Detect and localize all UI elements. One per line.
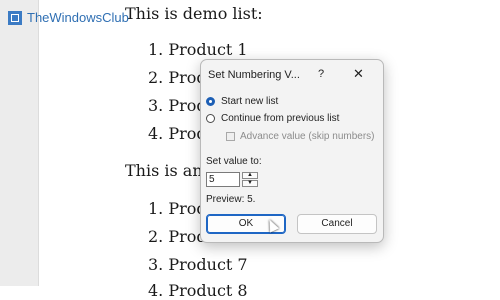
watermark: TheWindowsClub — [8, 10, 129, 25]
set-value-input[interactable]: 5 — [206, 172, 240, 187]
windows-club-logo-icon — [8, 10, 22, 25]
set-numbering-value-dialog: Set Numbering V... ? ✕ Start new list Co… — [200, 59, 384, 243]
advance-value-checkbox[interactable] — [226, 132, 235, 141]
help-button[interactable]: ? — [318, 68, 324, 80]
list-item: 4. Prod — [148, 124, 207, 143]
list-item: 2. Prod — [148, 68, 207, 87]
continue-list-radio[interactable] — [206, 114, 215, 123]
left-margin — [0, 0, 39, 286]
advance-value-label: Advance value (skip numbers) — [240, 131, 375, 142]
list-item: 4. Product 8 — [148, 281, 248, 300]
list-item: 3. Prod — [148, 96, 207, 115]
watermark-text: TheWindowsClub — [27, 10, 129, 25]
start-new-list-label[interactable]: Start new list — [221, 96, 278, 107]
cancel-button[interactable]: Cancel — [297, 214, 377, 234]
list-item: 1. Product 1 — [148, 40, 248, 59]
list-item: 1. Prod — [148, 199, 207, 218]
continue-list-label[interactable]: Continue from previous list — [221, 113, 339, 124]
spin-up-button[interactable]: ▲ — [242, 172, 258, 179]
preview-text: Preview: 5. — [206, 194, 256, 205]
list-heading-1: This is demo list: — [125, 4, 263, 23]
close-icon[interactable]: ✕ — [353, 66, 364, 82]
spin-down-button[interactable]: ▼ — [242, 180, 258, 187]
list-item: 3. Product 7 — [148, 255, 248, 274]
list-item: 2. Prod — [148, 227, 207, 246]
set-value-label: Set value to: — [206, 156, 262, 167]
dialog-title: Set Numbering V... — [208, 69, 300, 81]
start-new-list-radio[interactable] — [206, 97, 215, 106]
